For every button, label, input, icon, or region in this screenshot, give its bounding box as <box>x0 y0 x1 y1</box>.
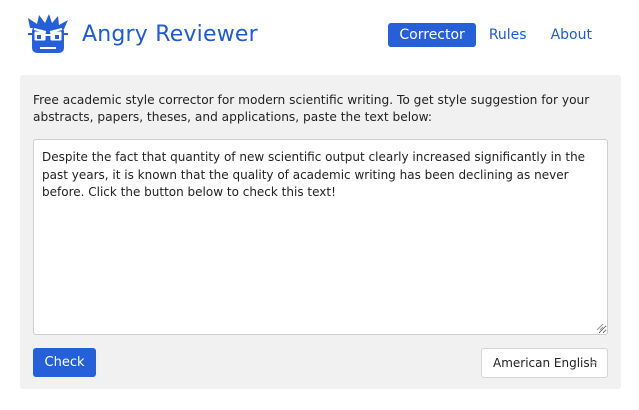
editor-text: Despite the fact that quantity of new sc… <box>42 150 586 199</box>
header: Angry Reviewer Corrector Rules About <box>0 0 639 72</box>
check-button[interactable]: Check <box>33 348 96 377</box>
nav-corrector[interactable]: Corrector <box>388 23 476 47</box>
corrector-panel: Free academic style corrector for modern… <box>20 75 621 389</box>
intro-description: Free academic style corrector for modern… <box>33 93 590 124</box>
chevron-down-icon <box>589 360 598 366</box>
language-select[interactable]: American English <box>481 348 608 378</box>
main-nav: Corrector Rules About <box>388 23 603 47</box>
language-selected: American English <box>493 356 598 370</box>
resize-handle-icon[interactable] <box>596 323 604 331</box>
brand[interactable]: Angry Reviewer <box>24 14 258 54</box>
nav-about[interactable]: About <box>540 23 603 47</box>
page: Angry Reviewer Corrector Rules About Fre… <box>0 0 639 410</box>
nav-rules[interactable]: Rules <box>478 23 538 47</box>
angry-reviewer-face-icon <box>28 14 68 53</box>
brand-name: Angry Reviewer <box>82 21 258 47</box>
text-editor[interactable]: Despite the fact that quantity of new sc… <box>33 139 608 335</box>
